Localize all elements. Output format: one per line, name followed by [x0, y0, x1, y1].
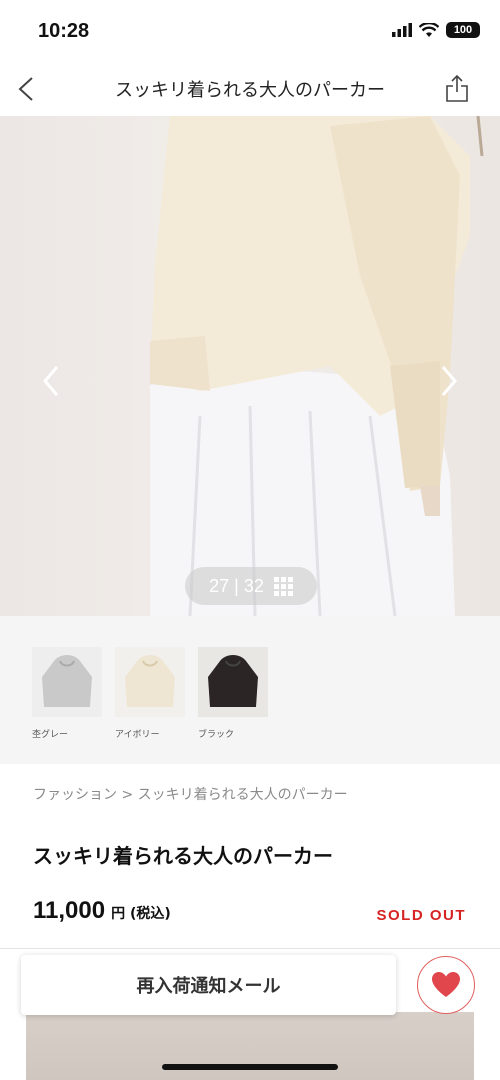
prev-image-arrow[interactable]: [38, 364, 64, 398]
image-counter-text: 27 | 32: [209, 575, 264, 596]
nav-bar: スッキリ着られる大人のパーカー: [0, 62, 500, 116]
signal-icon: [392, 23, 412, 37]
restock-notify-button[interactable]: 再入荷通知メール: [21, 955, 396, 1015]
color-swatches: 杢グレー アイボリー ブラック: [0, 616, 500, 764]
product-image[interactable]: 27 | 32: [0, 116, 500, 616]
swatch-thumb: [32, 647, 102, 717]
swatch-black[interactable]: ブラック: [198, 647, 268, 740]
divider: [0, 948, 500, 949]
swatch-thumb: [198, 647, 268, 717]
product-title: スッキリ着られる大人のパーカー: [33, 844, 333, 868]
back-icon[interactable]: [14, 74, 42, 104]
swatch-label: ブラック: [198, 730, 235, 740]
heart-icon: [432, 972, 460, 997]
price-row: 11,000 円 (税込): [33, 897, 171, 925]
home-indicator: [162, 1064, 338, 1070]
price: 11,000: [33, 897, 106, 924]
next-image-arrow[interactable]: [436, 364, 462, 398]
breadcrumb[interactable]: ファッション > スッキリ着られる大人のパーカー: [33, 784, 348, 804]
swatch-label: アイボリー: [115, 730, 160, 740]
battery-icon: 100: [446, 22, 480, 38]
swatch-grey[interactable]: 杢グレー: [32, 647, 102, 740]
swatch-thumb: [115, 647, 185, 717]
share-icon[interactable]: [444, 74, 470, 104]
page-title: スッキリ着られる大人のパーカー: [115, 80, 385, 101]
price-unit: 円 (税込): [111, 906, 171, 922]
swatch-ivory[interactable]: アイボリー: [115, 647, 185, 740]
status-badge: SOLD OUT: [376, 907, 466, 924]
status-bar: 10:28 100: [0, 0, 500, 62]
wifi-icon: [419, 22, 439, 37]
image-counter[interactable]: 27 | 32: [185, 567, 317, 605]
product-photo: [150, 116, 484, 616]
status-icons: 100: [392, 22, 480, 38]
swatch-label: 杢グレー: [32, 730, 69, 740]
grid-icon: [273, 576, 293, 596]
status-time: 10:28: [38, 20, 90, 42]
favorite-button[interactable]: [417, 956, 475, 1014]
